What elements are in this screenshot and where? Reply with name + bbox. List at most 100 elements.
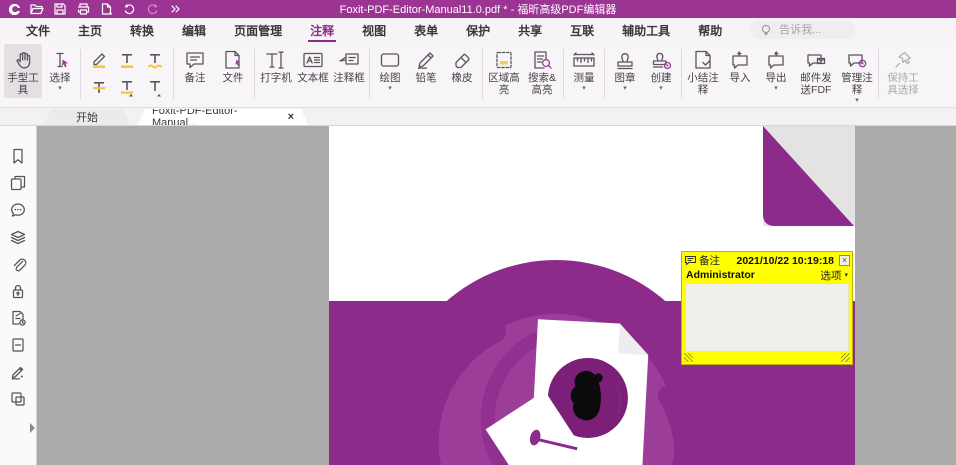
search-highlight-button[interactable]: 搜索&高亮 [523, 44, 561, 98]
sidebar-item-layers[interactable] [6, 227, 30, 247]
save-button[interactable] [52, 2, 68, 16]
sidebar-item-bookmarks[interactable] [6, 146, 30, 166]
menu-tab-help[interactable]: 帮助 [684, 19, 736, 41]
note-type-icon [685, 256, 696, 265]
eraser-label: 橡皮 [451, 72, 473, 84]
eraser-button[interactable]: 橡皮 [444, 44, 480, 86]
tell-me-search[interactable] [750, 20, 856, 39]
text-markup-group [83, 43, 171, 107]
sidebar-expand-handle[interactable] [30, 423, 35, 433]
search-highlight-icon [531, 47, 553, 73]
menu-tab-view[interactable]: 视图 [348, 19, 400, 41]
text-highlight-icon[interactable] [87, 48, 111, 72]
ribbon-separator [878, 49, 879, 99]
eraser-icon [451, 47, 473, 73]
open-file-button[interactable] [29, 2, 45, 16]
summary-page-icon [692, 47, 714, 73]
import-bubble-icon [728, 47, 752, 73]
manage-comments-button[interactable]: 管理注释 [838, 44, 876, 105]
textbox-button[interactable]: 文本框 [295, 44, 331, 86]
menu-tab-connect[interactable]: 互联 [556, 19, 608, 41]
sidebar-item-destinations[interactable] [6, 335, 30, 355]
callout-button[interactable]: 注释框 [331, 44, 367, 86]
note-comment-label: 备注 [184, 72, 206, 84]
keep-tool-selected-button[interactable]: 保持工具选择 [881, 44, 925, 98]
stamp-icon [613, 47, 637, 73]
menu-tab-organize[interactable]: 页面管理 [220, 19, 296, 41]
tab-document[interactable]: Foxit-PDF-Editor-Manual... × [138, 109, 308, 125]
sticky-note-subheader: Administrator 选项 [682, 268, 852, 282]
summarize-comments-button[interactable]: 小结注释 [684, 44, 722, 98]
file-attachment-comment-button[interactable]: 文件 [214, 44, 252, 86]
pencil-button[interactable]: 铅笔 [408, 44, 444, 86]
sidebar-item-fields[interactable] [6, 389, 30, 409]
email-fdf-button[interactable]: 邮件发送FDF [794, 44, 838, 98]
sidebar-item-certificates[interactable] [6, 308, 30, 328]
file-pin-icon [222, 47, 244, 73]
sidebar-item-attachments[interactable] [6, 254, 30, 274]
text-replace-icon[interactable] [115, 75, 139, 99]
note-options-button[interactable]: 选项 [820, 268, 848, 283]
select-tool-button[interactable]: 选择 [42, 44, 78, 93]
pencil-icon [415, 47, 437, 73]
search-input[interactable] [777, 22, 846, 37]
text-strikeout-icon[interactable] [87, 75, 111, 99]
text-squiggly-underline-icon[interactable] [143, 48, 167, 72]
import-comments-label: 导入 [729, 72, 751, 84]
tab-start-label: 开始 [76, 112, 98, 124]
typewriter-button[interactable]: 打字机 [257, 44, 295, 86]
ribbon-separator [173, 49, 174, 99]
select-cursor-icon [49, 47, 71, 73]
export-comments-button[interactable]: 导出 [758, 44, 794, 93]
drawing-button[interactable]: 绘图 [372, 44, 408, 93]
note-text-area[interactable] [685, 283, 849, 352]
note-resize-grip-right[interactable] [841, 353, 850, 362]
ribbon-separator [369, 49, 370, 99]
sidebar-item-ink-signature[interactable] [6, 362, 30, 382]
import-comments-button[interactable]: 导入 [722, 44, 758, 86]
email-fdf-label: 邮件发送FDF [800, 72, 832, 96]
note-close-button[interactable]: × [839, 255, 850, 266]
measure-label: 测量 [574, 72, 595, 92]
area-highlight-icon [493, 47, 515, 73]
sidebar-item-page-thumbnails[interactable] [6, 173, 30, 193]
note-resize-grip-left[interactable] [684, 353, 693, 362]
quick-access-toolbar [0, 2, 183, 16]
more-commands-button[interactable] [167, 2, 183, 16]
text-underline-icon[interactable] [115, 48, 139, 72]
menu-tab-convert[interactable]: 转换 [116, 19, 168, 41]
new-document-button[interactable] [98, 2, 114, 16]
file-attachment-comment-label: 文件 [222, 72, 244, 84]
sidebar-item-comments[interactable] [6, 200, 30, 220]
menu-tab-comment[interactable]: 注释 [296, 19, 348, 42]
hand-tool-button[interactable]: 手型工具 [4, 44, 42, 98]
create-stamp-label: 创建 [651, 72, 672, 92]
sidebar-item-security[interactable] [6, 281, 30, 301]
undo-button[interactable] [121, 2, 137, 16]
stamp-button[interactable]: 图章 [607, 44, 643, 93]
menu-tab-protect[interactable]: 保护 [452, 19, 504, 41]
menu-tab-share[interactable]: 共享 [504, 19, 556, 41]
create-stamp-button[interactable]: 创建 [643, 44, 679, 93]
text-insert-icon[interactable] [143, 75, 167, 99]
area-highlight-button[interactable]: 区域高亮 [485, 44, 523, 98]
menu-tab-form[interactable]: 表单 [400, 19, 452, 41]
redo-button[interactable] [144, 2, 160, 16]
area-highlight-label: 区域高亮 [488, 72, 520, 96]
sticky-note-popup[interactable]: 备注 2021/10/22 10:19:18 × Administrator 选… [681, 251, 853, 365]
document-canvas[interactable]: 备注 2021/10/22 10:19:18 × Administrator 选… [37, 126, 956, 465]
measure-button[interactable]: 测量 [566, 44, 602, 93]
ribbon-separator [482, 49, 483, 99]
menu-tab-file[interactable]: 文件 [12, 19, 64, 41]
tab-start[interactable]: 开始 [44, 109, 130, 125]
menu-tab-edit[interactable]: 编辑 [168, 19, 220, 41]
manage-comments-icon [845, 47, 869, 73]
tab-close-icon[interactable]: × [288, 112, 294, 123]
menu-tab-accessibility[interactable]: 辅助工具 [608, 19, 684, 41]
pushpin-icon [892, 47, 914, 73]
callout-icon [337, 47, 361, 73]
menu-tab-home[interactable]: 主页 [64, 19, 116, 41]
print-button[interactable] [75, 2, 91, 16]
note-comment-button[interactable]: 备注 [176, 44, 214, 86]
select-tool-label: 选择 [50, 72, 71, 92]
